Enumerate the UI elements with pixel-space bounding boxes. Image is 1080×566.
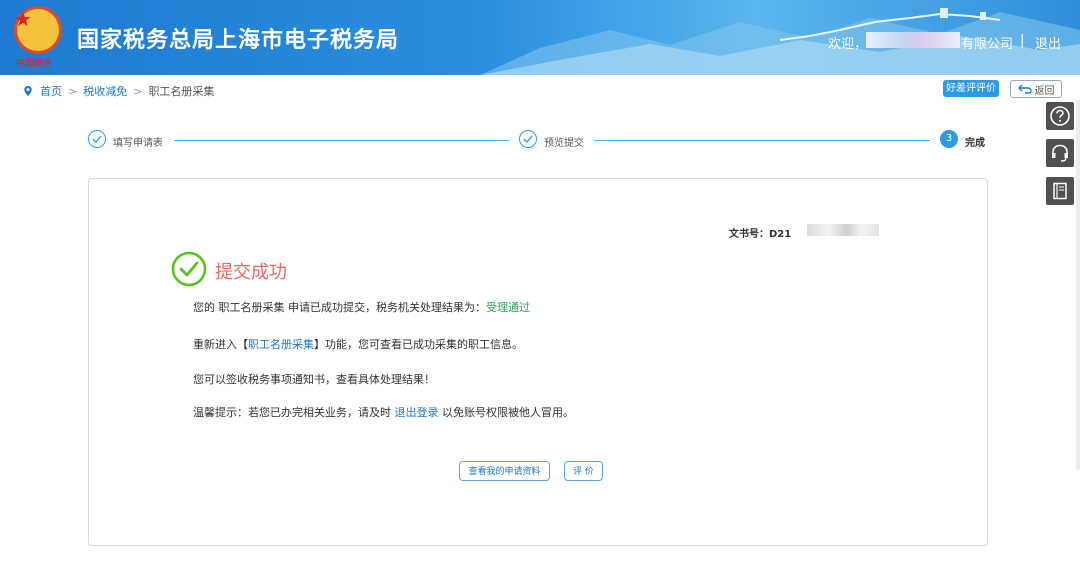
result-line-3: 您可以签收税务事项通知书，查看具体处理结果！ [193, 373, 435, 386]
site-header: ★ 中国税务 国家税务总局上海市电子税务局 欢迎， 有限公司 | 退出 [0, 0, 1080, 75]
result-line-4-pre: 温馨提示：若您已办完相关业务，请及时 [193, 406, 395, 419]
rate-button[interactable]: 评 价 [564, 461, 603, 481]
result-line-1: 您的 职工名册采集 申请已成功提交，税务机关处理结果为：受理通过 [193, 299, 530, 315]
logout-link[interactable]: 退出 [1035, 33, 1061, 52]
step-3-label: 完成 [965, 138, 985, 149]
result-line-2: 重新进入【职工名册采集】功能，您可查看已成功采集的职工信息。 [193, 336, 523, 352]
header-separator: | [1020, 33, 1025, 48]
step-1-label: 填写申请表 [113, 138, 163, 149]
redacted-document-number [807, 224, 879, 236]
manual-button[interactable] [1046, 177, 1074, 205]
feature-link[interactable]: 职工名册采集 [248, 338, 314, 351]
redacted-username [866, 32, 960, 48]
welcome-text: 欢迎， [828, 37, 868, 52]
success-check-icon [171, 251, 207, 287]
step-connector [174, 140, 509, 141]
logout-inline-link[interactable]: 退出登录 [395, 406, 439, 419]
step-3-number: 3 [940, 130, 958, 148]
step-2-check-icon [519, 130, 537, 148]
breadcrumb-section[interactable]: 税收减免 [83, 83, 127, 99]
breadcrumb-home[interactable]: 首页 [40, 83, 62, 99]
view-application-button[interactable]: 查看我的申请资料 [459, 461, 550, 481]
breadcrumb-current: 职工名册采集 [148, 85, 215, 98]
emblem-caption: 中国税务 [16, 59, 53, 69]
help-button[interactable] [1046, 102, 1074, 130]
back-button-label: 返回 [1034, 85, 1055, 97]
rate-service-button[interactable]: 好差评评价 [943, 80, 999, 97]
emblem-star-icon: ★ [14, 7, 32, 31]
result-card: 文书号：D21 提交成功 您的 职工名册采集 申请已成功提交，税务机关处理结果为… [88, 178, 988, 546]
back-button[interactable]: 返回 [1010, 80, 1062, 98]
result-line-2-post: 】功能，您可查看已成功采集的职工信息。 [314, 338, 523, 351]
back-arrow-icon [1017, 84, 1032, 94]
step-connector [594, 140, 930, 141]
result-line-4: 温馨提示：若您已办完相关业务，请及时 退出登录 以免账号权限被他人冒用。 [193, 404, 574, 420]
help-icon [1050, 106, 1070, 126]
step-1-check-icon [88, 130, 106, 148]
success-title: 提交成功 [215, 262, 287, 283]
breadcrumb-separator: > [133, 84, 143, 98]
page-scrollbar[interactable] [1076, 100, 1080, 470]
result-line-4-post: 以免账号权限被他人冒用。 [438, 406, 574, 419]
breadcrumb-separator: > [68, 84, 78, 98]
book-icon [1053, 182, 1067, 200]
document-number: 文书号：D21 [729, 229, 792, 240]
breadcrumb: 首页 > 税收减免 > 职工名册采集 [22, 83, 214, 99]
result-line-1-text: 您的 职工名册采集 申请已成功提交，税务机关处理结果为： [193, 301, 486, 314]
progress-steps: 填写申请表 预览提交 3 完成 [0, 130, 1080, 152]
step-2-label: 预览提交 [544, 138, 584, 149]
result-status: 受理通过 [486, 301, 530, 314]
site-title: 国家税务总局上海市电子税务局 [77, 28, 400, 53]
location-pin-icon [24, 86, 32, 96]
company-suffix: 有限公司 [961, 37, 1014, 52]
result-line-2-pre: 重新进入【 [193, 338, 248, 351]
